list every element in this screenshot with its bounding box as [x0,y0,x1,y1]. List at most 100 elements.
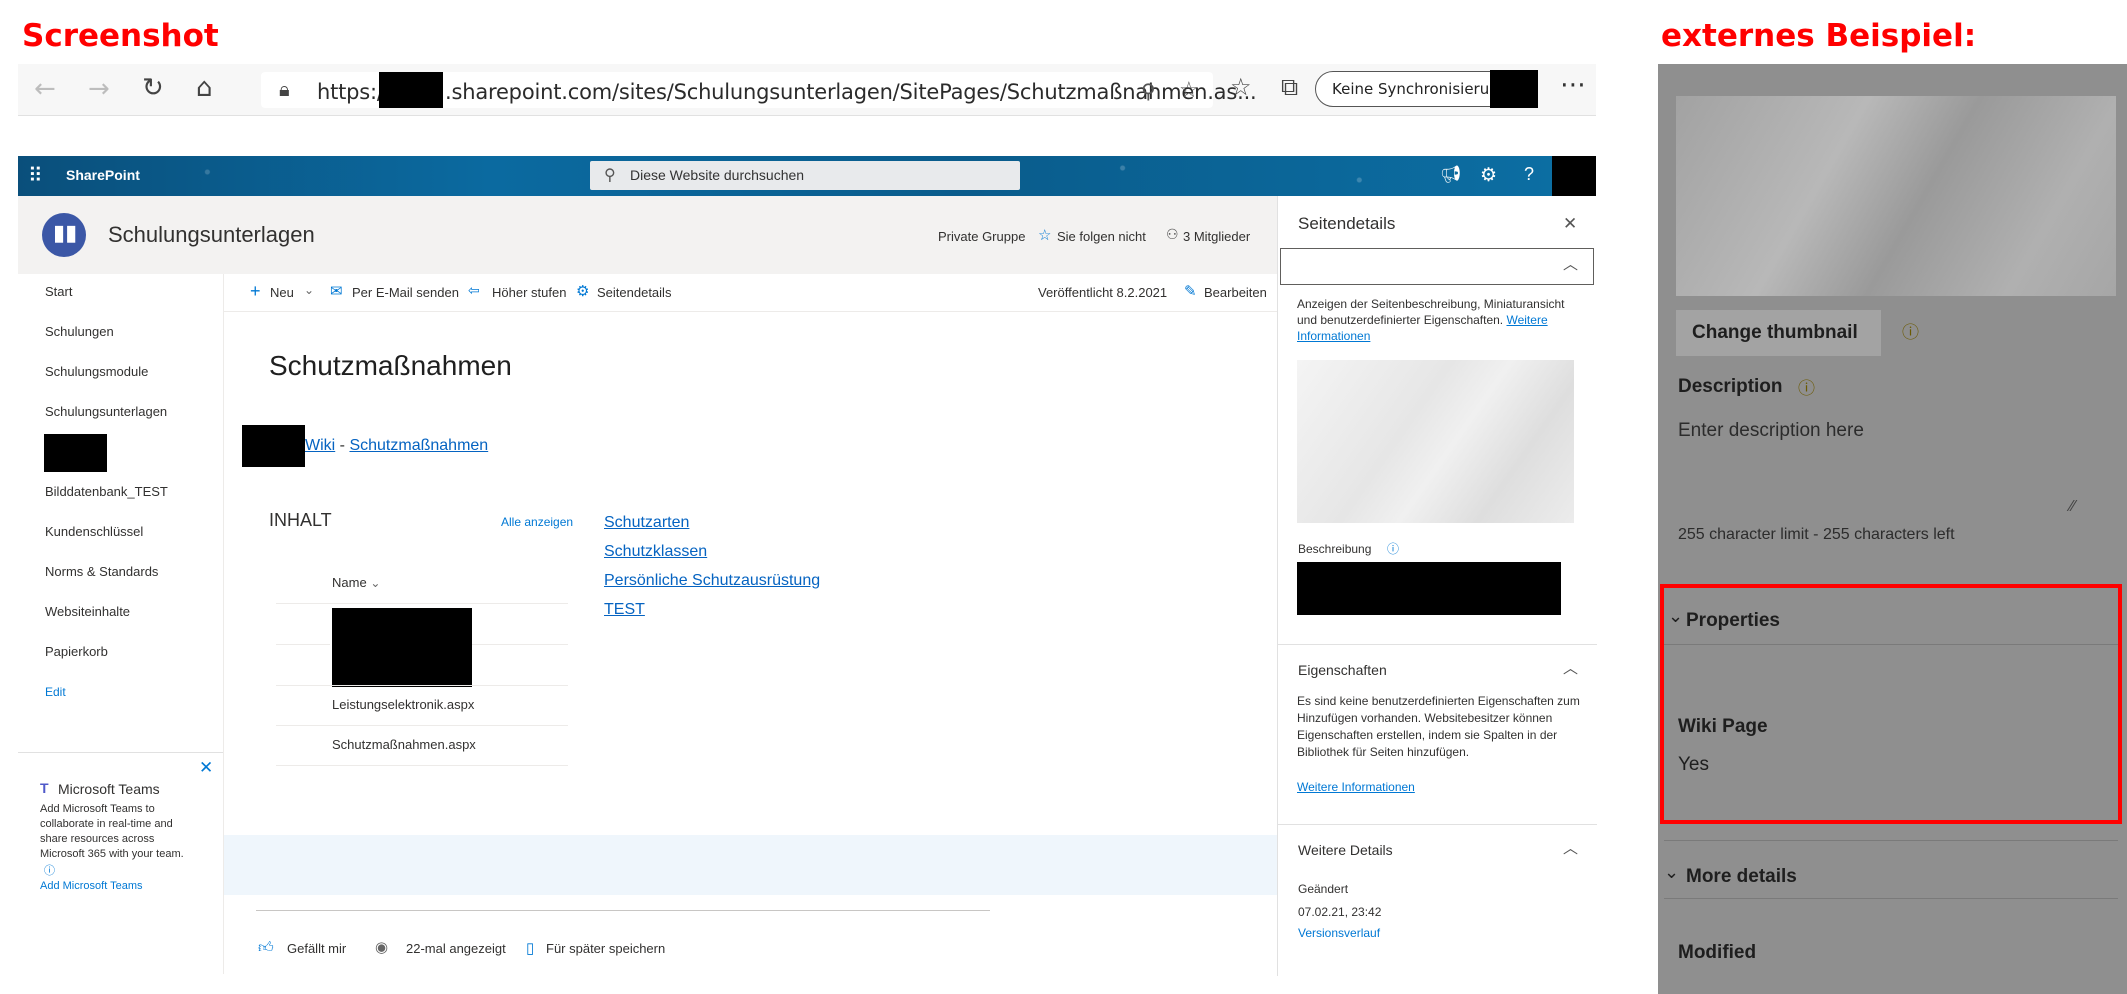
example-description-placeholder[interactable]: Enter description here [1678,420,1864,442]
divider [18,752,223,753]
new-button[interactable]: Neu [270,285,294,300]
version-history-link[interactable]: Versionsverlauf [1298,926,1380,940]
link-test[interactable]: TEST [604,595,820,624]
divider [276,725,568,726]
description-field[interactable] [1297,562,1561,615]
show-all-link[interactable]: Alle anzeigen [501,515,573,529]
example-thumbnail [1676,96,2116,296]
app-launcher-icon[interactable]: ⠿ [28,163,43,188]
link-list: Schutzarten Schutzklassen Persönliche Sc… [604,508,820,624]
change-thumbnail-button[interactable]: Change thumbnail [1676,310,1881,356]
star-icon[interactable]: ☆ [1038,226,1051,244]
link-psa[interactable]: Persönliche Schutzausrüstung [604,566,820,595]
chevron-up-icon[interactable]: ︿ [1563,837,1578,858]
nav-item-norms[interactable]: Norms & Standards [45,564,158,579]
members-count[interactable]: 3 Mitglieder [1183,229,1250,244]
nav-item-schulungsunterlagen[interactable]: Schulungsunterlagen [45,404,167,419]
nav-item-papierkorb[interactable]: Papierkorb [45,644,108,659]
nav-item-bilddatenbank[interactable]: Bilddatenbank_TEST [45,484,168,499]
divider [256,910,990,911]
breadcrumb: Wiki - Schutzmaßnahmen [305,437,488,455]
save-for-later-button[interactable]: Für später speichern [546,941,665,956]
refresh-icon[interactable]: ↻ [142,73,164,103]
sync-button[interactable]: Keine Synchronisierung [1315,70,1538,108]
collections-icon[interactable]: ⧉ [1281,73,1298,101]
breadcrumb-page-link[interactable]: Schutzmaßnahmen [349,437,488,454]
divider [1664,840,2118,841]
site-logo[interactable]: ▮▮ [42,213,86,257]
search-icon: ⚲ [604,167,616,184]
panel-title: Seitendetails [1298,214,1396,233]
site-title[interactable]: Schulungsunterlagen [108,222,315,248]
person-icon: ⚇ [1166,226,1179,242]
close-icon[interactable]: ✕ [199,758,213,778]
url-text: .sharepoint.com/sites/Schulungsunterlage… [445,80,1257,104]
address-bar[interactable]: 🔒︎ https:// .sharepoint.com/sites/Schulu… [261,72,1257,108]
example-more-details-heading[interactable]: More details [1686,866,1797,888]
help-icon[interactable]: ? [1524,164,1534,185]
home-icon[interactable]: ⌂ [196,73,213,103]
page-details-button[interactable]: Seitendetails [597,285,671,300]
info-icon: ⓘ [1902,323,1919,342]
chevron-down-icon[interactable]: ⌄ [1668,606,1683,627]
file-row[interactable]: Leistungselektronik.aspx [332,697,474,712]
add-teams-link[interactable]: Add Microsoft Teams [40,880,143,892]
panel-intro: Anzeigen der Seitenbeschreibung, Miniatu… [1297,296,1577,344]
left-navigation: Start Schulungen Schulungsmodule Schulun… [18,274,223,974]
site-search-input[interactable]: ⚲ Diese Website durchsuchen [590,161,1020,190]
file-row[interactable]: Schutzmaßnahmen.aspx [332,737,476,752]
info-icon: ⓘ [1387,542,1400,556]
properties-learn-more-link[interactable]: Weitere Informationen [1297,780,1415,794]
thumbnail-section-header[interactable]: ︿ [1280,248,1594,285]
teams-promo-title: Microsoft Teams [58,781,160,797]
bookmark-icon[interactable]: ▯ [526,939,534,957]
link-schutzklassen[interactable]: Schutzklassen [604,537,820,566]
link-schutzarten[interactable]: Schutzarten [604,508,820,537]
redaction-box [242,425,305,467]
divider [472,644,568,645]
favorites-icon[interactable]: ☆ [1230,73,1252,101]
nav-edit-link[interactable]: Edit [45,685,66,699]
info-icon: ⓘ [1798,379,1815,398]
nav-item-websiteinhalte[interactable]: Websiteinhalte [45,604,130,619]
properties-text: Es sind keine benutzerdefinierten Eigens… [1297,694,1580,759]
view-count: 22-mal angezeigt [406,941,506,956]
gear-icon: ⚙ [576,283,590,300]
lock-icon[interactable]: 🔒︎ [279,79,290,102]
zoom-icon[interactable]: ⚲ [1141,79,1156,104]
divider [1278,824,1597,825]
redaction-box [1490,70,1538,108]
back-icon[interactable]: ← [34,74,56,104]
browser-toolbar: ← → ↻ ⌂ 🔒︎ https:// .sharepoint.com/site… [18,64,1596,116]
more-icon[interactable]: ⋯ [1560,70,1586,100]
megaphone-icon[interactable]: 📢︎ [1440,165,1462,185]
promote-button[interactable]: Höher stufen [492,285,566,300]
like-icon[interactable]: 👍︎ [258,939,274,957]
nav-item-schulungsmodule[interactable]: Schulungsmodule [45,364,148,379]
follow-status[interactable]: Sie folgen nicht [1057,229,1146,244]
sync-button-label: Keine Synchronisierung [1332,80,1509,98]
gear-icon[interactable]: ⚙ [1480,164,1497,187]
like-button[interactable]: Gefällt mir [287,941,346,956]
chevron-up-icon: ︿ [1563,256,1579,273]
breadcrumb-wiki-link[interactable]: Wiki [305,437,335,454]
suite-app-name[interactable]: SharePoint [66,167,140,183]
forward-icon[interactable]: → [88,74,110,104]
example-properties-heading[interactable]: Properties [1686,610,1780,632]
nav-item-kundenschluessel[interactable]: Kundenschlüssel [45,524,143,539]
chevron-down-icon[interactable]: ⌄ [1664,862,1679,883]
column-header-name[interactable]: Name ⌄ [332,575,380,590]
nav-item-schulungen[interactable]: Schulungen [45,324,114,339]
chevron-down-icon[interactable]: ⌄ [304,283,314,297]
resize-icon[interactable]: ⁄⁄ [2070,498,2075,516]
chevron-up-icon[interactable]: ︿ [1563,657,1578,678]
close-icon[interactable]: ✕ [1563,214,1577,234]
edit-button[interactable]: Bearbeiten [1204,285,1267,300]
email-button[interactable]: Per E-Mail senden [352,285,459,300]
properties-heading: Eigenschaften [1298,662,1387,678]
divider [276,644,330,645]
external-example-label: externes Beispiel: [1661,18,1977,54]
example-wiki-page-value: Yes [1678,754,1709,775]
nav-item-start[interactable]: Start [45,284,72,299]
favorite-add-icon[interactable]: ☆ [1179,77,1199,103]
